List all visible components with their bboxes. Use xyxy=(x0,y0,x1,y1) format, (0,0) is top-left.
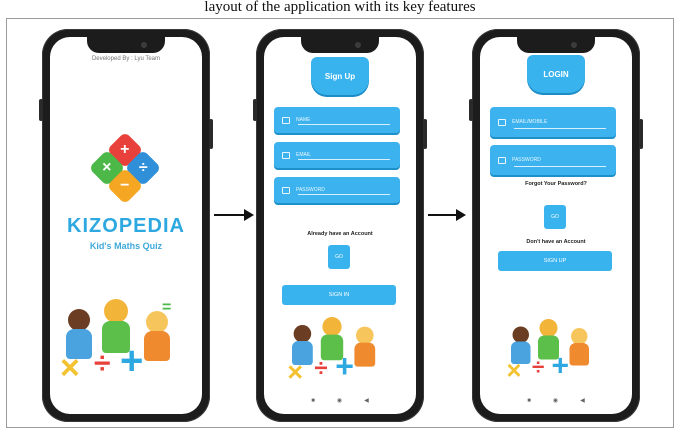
developer-note: Developed By : Lyu Team xyxy=(91,56,161,62)
power-button xyxy=(639,119,643,149)
home-circle-icon[interactable]: ◉ xyxy=(337,397,342,404)
login-password-field[interactable]: PASSWORD xyxy=(490,145,616,175)
lock-icon xyxy=(498,156,506,164)
volume-button xyxy=(39,99,43,121)
volume-button xyxy=(469,99,473,121)
kids-illustration: × ÷ + xyxy=(507,319,604,385)
android-navbar: ■ ◉ ◀ xyxy=(480,397,632,405)
notch xyxy=(301,37,379,53)
name-field[interactable]: NAME xyxy=(274,107,400,133)
kids-illustration: × ÷ + = xyxy=(60,299,172,387)
kids-illustration: × ÷ + xyxy=(287,317,391,387)
splash-screen: Developed By : Lyu Team + × ÷ − KIZOPEDI… xyxy=(50,37,202,414)
already-account-text: Already have an Account xyxy=(307,231,373,237)
forgot-password-link[interactable]: Forgot Your Password? xyxy=(480,181,632,187)
phone-login: LOGIN EMAIL/MOBILE PASSWORD Forgot Your … xyxy=(469,29,643,422)
arrow-2 xyxy=(428,209,466,221)
arrow-1 xyxy=(214,209,254,221)
email-mobile-field[interactable]: EMAIL/MOBILE xyxy=(490,107,616,137)
signup-screen: Sign Up NAME EMAIL PASSWORD Already have… xyxy=(264,37,416,414)
back-square-icon[interactable]: ■ xyxy=(527,398,531,404)
phone-splash: Developed By : Lyu Team + × ÷ − KIZOPEDI… xyxy=(39,29,213,422)
signup-header: Sign Up xyxy=(311,57,369,95)
power-button xyxy=(209,119,213,149)
camera-icon xyxy=(571,42,577,48)
back-triangle-icon[interactable]: ◀ xyxy=(580,397,585,404)
person-icon xyxy=(282,116,290,124)
camera-icon xyxy=(355,42,361,48)
camera-icon xyxy=(141,42,147,48)
android-navbar: ■ ◉ ◀ xyxy=(264,397,416,405)
notch xyxy=(87,37,165,53)
lock-icon xyxy=(282,186,290,194)
home-circle-icon[interactable]: ◉ xyxy=(553,397,558,404)
password-field[interactable]: PASSWORD xyxy=(274,177,400,203)
brand-name: KIZOPEDIA xyxy=(67,215,185,237)
login-header: LOGIN xyxy=(527,55,585,93)
go-button[interactable]: GO xyxy=(544,205,566,229)
calendar-icon xyxy=(498,118,506,126)
phone-signup: Sign Up NAME EMAIL PASSWORD Already have… xyxy=(253,29,427,422)
mail-icon xyxy=(282,151,290,159)
sign-in-button[interactable]: SIGN IN xyxy=(282,285,396,305)
volume-button xyxy=(253,99,257,121)
power-button xyxy=(423,119,427,149)
app-subtitle: Kid's Maths Quiz xyxy=(89,241,163,251)
email-field[interactable]: EMAIL xyxy=(274,142,400,168)
go-button[interactable]: GO xyxy=(328,245,350,269)
login-screen: LOGIN EMAIL/MOBILE PASSWORD Forgot Your … xyxy=(480,37,632,414)
back-triangle-icon[interactable]: ◀ xyxy=(364,397,369,404)
notch xyxy=(517,37,595,53)
sign-up-button[interactable]: SIGN UP xyxy=(498,251,612,271)
app-logo: + × ÷ − xyxy=(88,131,162,207)
back-square-icon[interactable]: ■ xyxy=(311,398,315,404)
no-account-text: Don't have an Account xyxy=(526,239,586,245)
